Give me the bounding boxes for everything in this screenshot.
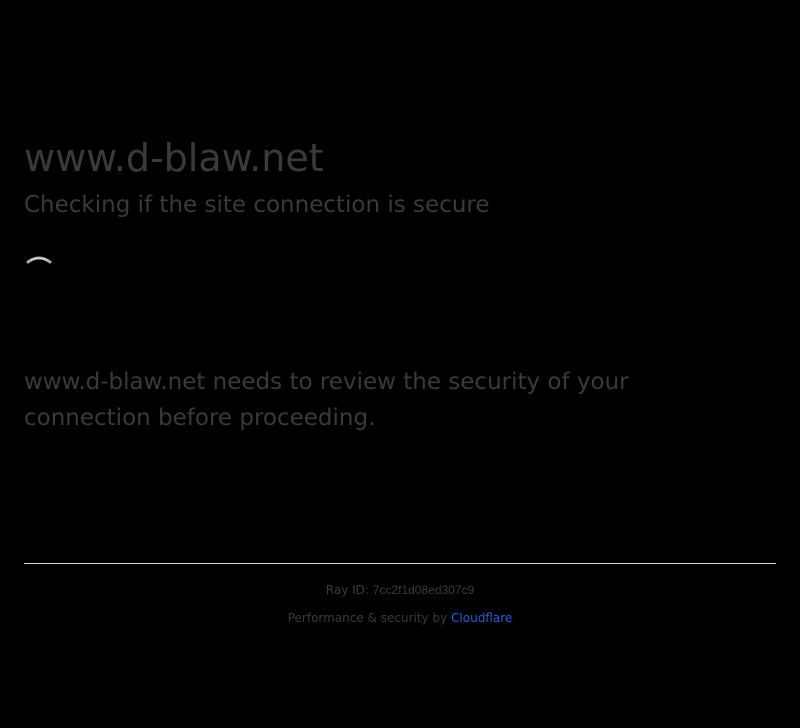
loading-spinner-icon bbox=[24, 252, 54, 274]
security-review-message: www.d-blaw.net needs to review the secur… bbox=[24, 369, 629, 431]
cloudflare-link[interactable]: Cloudflare bbox=[451, 611, 512, 625]
page-title: www.d-blaw.net bbox=[24, 136, 324, 180]
ray-id-value: 7cc2f1d08ed307c9 bbox=[372, 583, 475, 597]
page-subtitle: Checking if the site connection is secur… bbox=[24, 192, 490, 218]
footer-divider bbox=[24, 563, 776, 564]
performance-line: Performance & security by Cloudflare bbox=[0, 611, 800, 625]
ray-id-label: Ray ID: bbox=[325, 583, 369, 597]
performance-text: Performance & security by bbox=[287, 611, 448, 625]
ray-id-line: Ray ID: 7cc2f1d08ed307c9 bbox=[0, 583, 800, 597]
